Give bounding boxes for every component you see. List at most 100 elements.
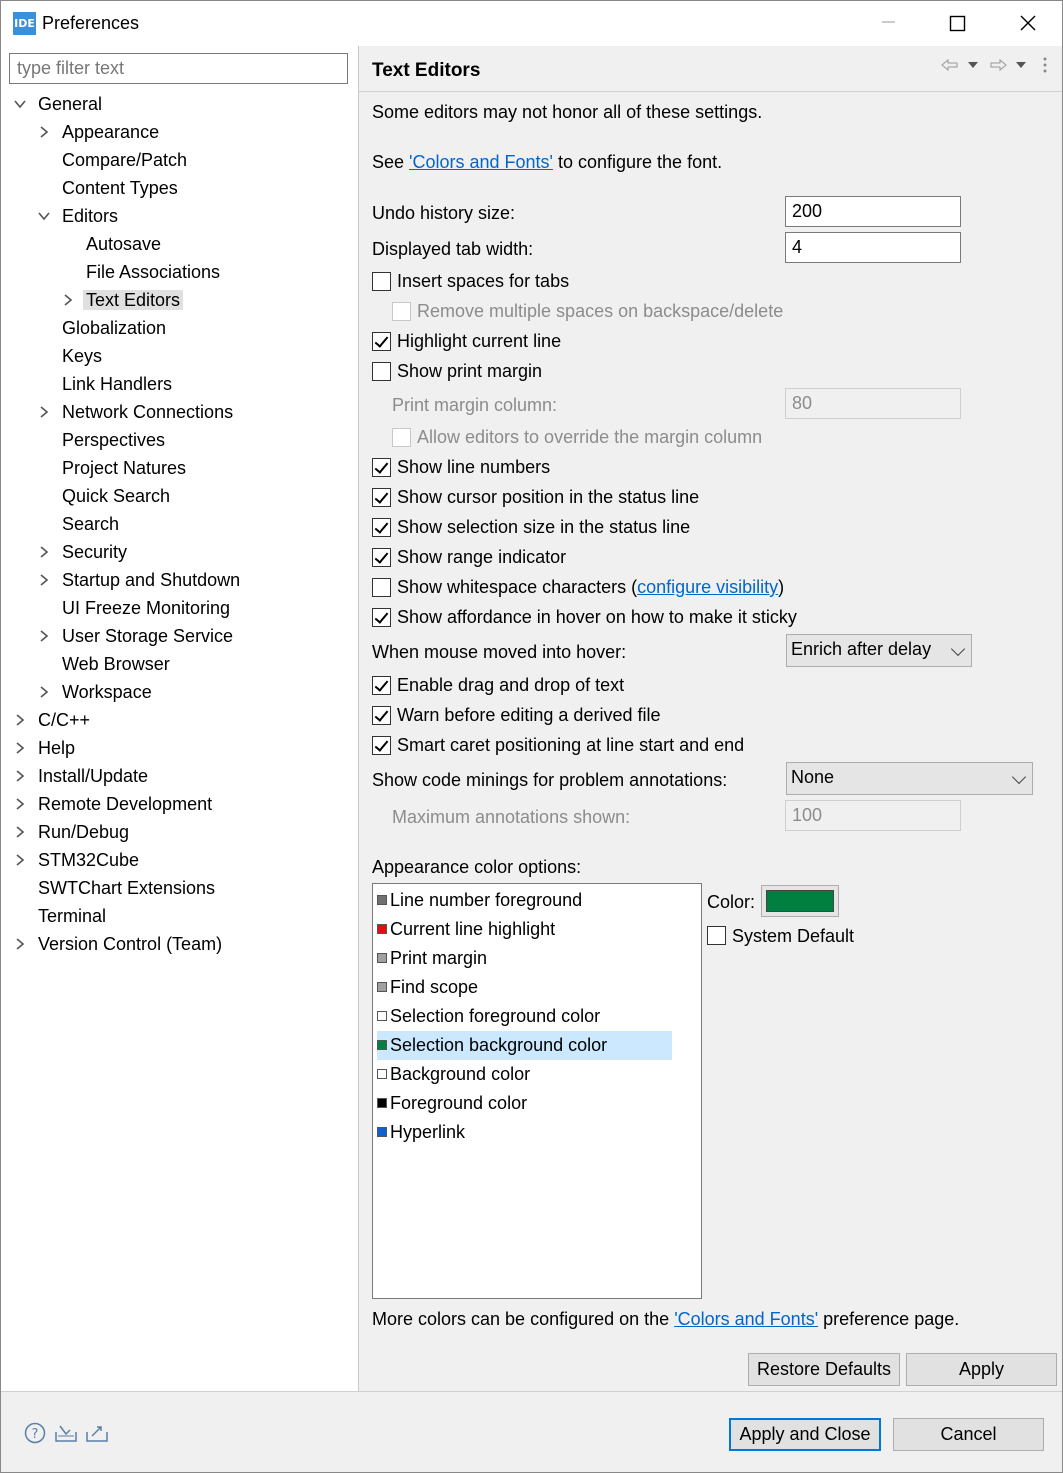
appearance-color-list[interactable]: Line number foreground Current line highl…: [372, 883, 702, 1299]
tree-item[interactable]: Install/Update: [16, 762, 151, 790]
tree-item[interactable]: Link Handlers: [59, 370, 175, 398]
tree-item[interactable]: File Associations: [83, 258, 223, 286]
print-margin-checkbox[interactable]: [372, 362, 391, 381]
chevron-right-icon[interactable]: [37, 405, 51, 419]
allow-override-checkbox[interactable]: [392, 428, 411, 447]
warn-derived-checkbox[interactable]: [372, 706, 391, 725]
color-option-item[interactable]: Selection background color: [377, 1031, 672, 1060]
export-icon[interactable]: [85, 1422, 109, 1444]
chevron-right-icon[interactable]: [61, 293, 75, 307]
tree-item[interactable]: Autosave: [83, 230, 164, 258]
tree-item[interactable]: General: [14, 90, 105, 118]
tree-item[interactable]: Appearance: [40, 118, 162, 146]
system-default-checkbox[interactable]: [707, 926, 726, 945]
tree-item[interactable]: Project Natures: [59, 454, 189, 482]
tree-item[interactable]: Terminal: [35, 902, 109, 930]
help-icon[interactable]: ?: [24, 1422, 46, 1444]
tree-item[interactable]: Text Editors: [64, 286, 184, 314]
highlight-line-checkbox[interactable]: [372, 332, 391, 351]
selection-size-checkbox[interactable]: [372, 518, 391, 537]
print-margin-column-input[interactable]: [785, 388, 961, 419]
chevron-right-icon[interactable]: [37, 629, 51, 643]
chevron-right-icon[interactable]: [13, 853, 27, 867]
minings-select[interactable]: None: [786, 762, 1033, 795]
chevron-right-icon[interactable]: [13, 741, 27, 755]
tree-item[interactable]: Workspace: [40, 678, 155, 706]
tree-item[interactable]: UI Freeze Monitoring: [59, 594, 233, 622]
chevron-right-icon[interactable]: [37, 125, 51, 139]
drag-drop-checkbox[interactable]: [372, 676, 391, 695]
tree-item-label: Run/Debug: [38, 822, 130, 842]
tree-item[interactable]: Web Browser: [59, 650, 173, 678]
tree-item[interactable]: Globalization: [59, 314, 169, 342]
tree-item[interactable]: STM32Cube: [16, 846, 142, 874]
cancel-button[interactable]: Cancel: [893, 1418, 1044, 1451]
tree-item[interactable]: Perspectives: [59, 426, 168, 454]
maximize-button[interactable]: [922, 1, 992, 46]
color-picker-button[interactable]: [761, 885, 839, 917]
hover-select[interactable]: Enrich after delay: [786, 634, 972, 667]
smart-caret-checkbox[interactable]: [372, 736, 391, 755]
chevron-right-icon[interactable]: [37, 685, 51, 699]
restore-defaults-button[interactable]: Restore Defaults: [748, 1353, 900, 1386]
max-annotations-input[interactable]: [785, 800, 961, 831]
colors-and-fonts-page-link[interactable]: 'Colors and Fonts': [674, 1309, 818, 1329]
color-option-item[interactable]: Foreground color: [377, 1089, 672, 1118]
affordance-checkbox[interactable]: [372, 608, 391, 627]
tree-item[interactable]: Compare/Patch: [59, 146, 190, 174]
chevron-down-icon[interactable]: [37, 209, 51, 223]
tree-item[interactable]: User Storage Service: [40, 622, 236, 650]
color-option-item[interactable]: Background color: [377, 1060, 672, 1089]
filter-input[interactable]: [9, 53, 348, 84]
configure-visibility-link[interactable]: configure visibility: [637, 577, 778, 597]
tree-item[interactable]: Help: [16, 734, 78, 762]
insert-spaces-checkbox[interactable]: [372, 272, 391, 291]
forward-arrow-icon[interactable]: [989, 58, 1007, 72]
tab-width-input[interactable]: [785, 232, 961, 263]
apply-and-close-button[interactable]: Apply and Close: [729, 1418, 881, 1451]
tree-item[interactable]: Keys: [59, 342, 105, 370]
chevron-right-icon[interactable]: [13, 937, 27, 951]
tree-item[interactable]: Content Types: [59, 174, 181, 202]
cursor-position-checkbox[interactable]: [372, 488, 391, 507]
tree-item[interactable]: Quick Search: [59, 482, 173, 510]
color-option-item[interactable]: Current line highlight: [377, 915, 672, 944]
forward-dropdown-icon[interactable]: [1015, 60, 1027, 70]
chevron-right-icon[interactable]: [13, 769, 27, 783]
color-option-item[interactable]: Print margin: [377, 944, 672, 973]
whitespace-checkbox[interactable]: [372, 578, 391, 597]
tree-item[interactable]: Editors: [38, 202, 121, 230]
color-option-item[interactable]: Selection foreground color: [377, 1002, 672, 1031]
color-option-item[interactable]: Hyperlink: [377, 1118, 672, 1147]
tree-item[interactable]: Startup and Shutdown: [40, 566, 243, 594]
range-indicator-checkbox[interactable]: [372, 548, 391, 567]
back-dropdown-icon[interactable]: [967, 60, 979, 70]
back-arrow-icon[interactable]: [941, 58, 959, 72]
chevron-right-icon[interactable]: [37, 545, 51, 559]
minimize-button[interactable]: [853, 1, 923, 46]
tree-item[interactable]: SWTChart Extensions: [35, 874, 218, 902]
tree-item[interactable]: Version Control (Team): [16, 930, 225, 958]
import-icon[interactable]: [54, 1422, 78, 1444]
apply-button[interactable]: Apply: [906, 1353, 1057, 1386]
tree-item[interactable]: Remote Development: [16, 790, 215, 818]
more-vertical-icon[interactable]: [1042, 56, 1048, 74]
tree-item[interactable]: C/C++: [16, 706, 93, 734]
close-button[interactable]: [992, 1, 1062, 46]
tree-item[interactable]: Run/Debug: [16, 818, 132, 846]
line-numbers-checkbox[interactable]: [372, 458, 391, 477]
tree-item[interactable]: Search: [59, 510, 122, 538]
color-option-item[interactable]: Find scope: [377, 973, 672, 1002]
chevron-right-icon[interactable]: [13, 797, 27, 811]
tree-item[interactable]: Security: [40, 538, 130, 566]
chevron-down-icon[interactable]: [13, 97, 27, 111]
colors-and-fonts-link[interactable]: 'Colors and Fonts': [409, 152, 553, 172]
color-option-item[interactable]: Line number foreground: [377, 886, 672, 915]
undo-history-input[interactable]: [785, 196, 961, 227]
chevron-right-icon[interactable]: [13, 713, 27, 727]
chevron-right-icon[interactable]: [37, 573, 51, 587]
tree-item[interactable]: Network Connections: [40, 398, 236, 426]
remove-spaces-checkbox[interactable]: [392, 302, 411, 321]
chevron-right-icon[interactable]: [13, 825, 27, 839]
allow-override-label: Allow editors to override the margin col…: [417, 427, 763, 447]
